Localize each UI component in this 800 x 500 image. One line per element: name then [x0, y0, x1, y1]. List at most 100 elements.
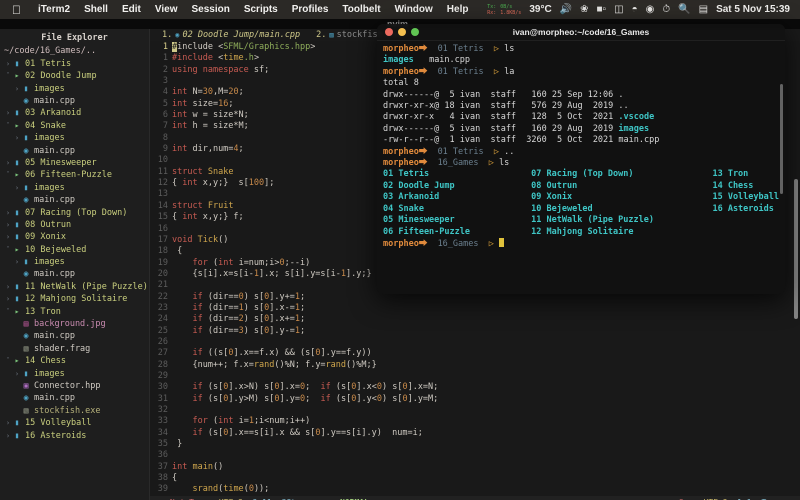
window-scrollbar[interactable]	[794, 179, 798, 319]
file-tree-item[interactable]: › ▮ 09 Xonix	[0, 231, 149, 243]
file-tree-item[interactable]: ˇ ▸ 13 Tron	[0, 306, 149, 318]
chevron-icon[interactable]: ›	[4, 107, 12, 119]
file-tree-item[interactable]: ▧ shader.frag	[0, 343, 149, 355]
line-number: 1	[162, 42, 168, 52]
file-tree-item[interactable]: ▣ Connector.hpp	[0, 380, 149, 392]
speaker-icon[interactable]: 🔊	[560, 4, 572, 15]
chevron-icon[interactable]: ›	[13, 182, 21, 194]
chevron-icon[interactable]: ›	[4, 157, 12, 169]
file-tree-item[interactable]: › ▮ images	[0, 132, 149, 144]
keyboard-icon[interactable]: ◫	[614, 4, 623, 15]
chevron-icon[interactable]: ›	[13, 83, 21, 95]
terminal-cwd: 16_Games	[427, 238, 479, 249]
file-tree-item[interactable]: ▧ stockfish.exe	[0, 405, 149, 417]
iterm2-terminal-window[interactable]: ivan@morpheo:~/code/16_Games morpheo⮕ 01…	[377, 24, 785, 294]
file-tree-item[interactable]: › ▮ 12 Mahjong Solitaire	[0, 293, 149, 305]
close-button[interactable]	[385, 28, 393, 36]
file-tree-item[interactable]: ◉ main.cpp	[0, 330, 149, 342]
menu-item-shell[interactable]: Shell	[77, 4, 115, 15]
menu-bar-clock[interactable]: Sat 5 Nov 15:39	[716, 4, 790, 15]
file-tree-item[interactable]: ˇ ▸ 02 Doodle Jump	[0, 70, 149, 82]
folder-open-icon: ▸	[14, 120, 20, 130]
search-icon[interactable]: 🔍	[678, 4, 690, 15]
menu-item-session[interactable]: Session	[184, 4, 236, 15]
file-tree-item[interactable]: › ▮ images	[0, 256, 149, 268]
line-number: 27	[157, 348, 168, 359]
terminal-game-entry: 01 Tetris	[383, 169, 430, 180]
chevron-icon[interactable]: ›	[4, 430, 12, 442]
chevron-icon[interactable]: ˇ	[4, 169, 12, 181]
chevron-icon[interactable]: ›	[4, 58, 12, 70]
file-tree-item[interactable]: ˇ ▸ 14 Chess	[0, 355, 149, 367]
menu-item-iterm2[interactable]: iTerm2	[31, 4, 77, 15]
file-tree-item[interactable]: ◉ main.cpp	[0, 95, 149, 107]
chevron-icon[interactable]: ˇ	[4, 70, 12, 82]
apple-logo-icon[interactable]: 	[12, 4, 21, 16]
wifi-icon[interactable]: ◓	[632, 4, 638, 15]
file-tree-item[interactable]: › ▮ 15 Volleyball	[0, 417, 149, 429]
file-tree-item[interactable]: › ▮ images	[0, 182, 149, 194]
chevron-icon[interactable]: ˇ	[4, 306, 12, 318]
code-line: for (int i=1;i<num;i++)	[192, 416, 311, 427]
battery-icon[interactable]: ■▫	[597, 4, 607, 15]
chevron-icon[interactable]: ˇ	[4, 244, 12, 256]
file-explorer-panel[interactable]: File Explorer ~/code/16_Games/.. › ▮ 01 Te…	[0, 29, 150, 500]
file-tree-item[interactable]: ◉ main.cpp	[0, 392, 149, 404]
file-tree-item[interactable]: › ▮ images	[0, 368, 149, 380]
menu-item-window[interactable]: Window	[388, 4, 440, 15]
chevron-icon[interactable]: ›	[4, 417, 12, 429]
terminal-output-line: total 8	[383, 78, 419, 89]
chevron-icon[interactable]: ›	[4, 293, 12, 305]
control-center-icon[interactable]: ⏱	[662, 4, 670, 15]
minimize-button[interactable]	[398, 28, 406, 36]
file-tree-item[interactable]: › ▮ 08 Outrun	[0, 219, 149, 231]
file-tree-item[interactable]: ˇ ▸ 10 Bejeweled	[0, 244, 149, 256]
menu-item-profiles[interactable]: Profiles	[285, 4, 336, 15]
line-number: 19	[157, 257, 168, 268]
user-icon[interactable]: ◉	[646, 4, 655, 15]
file-tree-item[interactable]: ▤ background.jpg	[0, 318, 149, 330]
terminal-game-entry: 10 Bejeweled	[531, 203, 593, 214]
temperature-indicator[interactable]: 39°C	[529, 4, 551, 15]
file-tree-item[interactable]: › ▮ 07 Racing (Top Down)	[0, 207, 149, 219]
chevron-icon[interactable]: ˇ	[4, 120, 12, 132]
menu-item-edit[interactable]: Edit	[115, 4, 148, 15]
line-number: 4	[162, 87, 168, 98]
file-explorer-tree[interactable]: › ▮ 01 Tetris ˇ ▸ 02 Doodle Jump › ▮ images ◉ mai…	[0, 58, 149, 442]
cpp-file-icon: ◉	[23, 95, 29, 105]
terminal-scrollbar[interactable]	[780, 84, 783, 194]
file-tree-item[interactable]: › ▮ 11 NetWalk (Pipe Puzzle)	[0, 281, 149, 293]
chevron-icon[interactable]: ›	[4, 219, 12, 231]
file-tree-item[interactable]: ◉ main.cpp	[0, 268, 149, 280]
terminal-output[interactable]: morpheo⮕ 01 Tetris ▷ ls images main.cpp mo…	[377, 41, 785, 253]
bluetooth-icon[interactable]: ❀	[580, 4, 588, 15]
screen-mirror-icon[interactable]: ▤	[699, 4, 708, 15]
file-tree-item[interactable]: › ▮ images	[0, 83, 149, 95]
editor-tab-1[interactable]: 1. ◉ 02 Doodle Jump/main.cpp	[154, 30, 308, 40]
chevron-icon[interactable]: ›	[13, 256, 21, 268]
file-tree-item[interactable]: ◉ main.cpp	[0, 145, 149, 157]
file-tree-item[interactable]: › ▮ 16 Asteroids	[0, 430, 149, 442]
zoom-button[interactable]	[411, 28, 419, 36]
network-stats[interactable]: Tx: 0B/s Rx: 1.8KB/s	[487, 4, 521, 16]
file-tree-item[interactable]: › ▮ 01 Tetris	[0, 58, 149, 70]
file-tree-item[interactable]: ˇ ▸ 06 Fifteen-Puzzle	[0, 169, 149, 181]
terminal-title-bar[interactable]: ivan@morpheo:~/code/16_Games	[377, 24, 785, 41]
menu-item-scripts[interactable]: Scripts	[237, 4, 285, 15]
chevron-icon[interactable]: ˇ	[4, 355, 12, 367]
terminal-games-column-2: 07 Racing (Top Down) 08 Outrun 09 Xonix 10 …	[531, 169, 712, 237]
line-number: 20	[157, 268, 168, 279]
file-tree-item[interactable]: ◉ main.cpp	[0, 194, 149, 206]
menu-item-view[interactable]: View	[148, 4, 185, 15]
chevron-icon[interactable]: ›	[13, 368, 21, 380]
file-tree-item[interactable]: ˇ ▸ 04 Snake	[0, 120, 149, 132]
chevron-icon[interactable]: ›	[4, 231, 12, 243]
menu-item-toolbelt[interactable]: Toolbelt	[335, 4, 387, 15]
chevron-icon[interactable]: ›	[4, 281, 12, 293]
file-tree-item[interactable]: › ▮ 05 Minesweeper	[0, 157, 149, 169]
file-tree-item-label: 10 Bejeweled	[25, 244, 87, 255]
file-tree-item[interactable]: › ▮ 03 Arkanoid	[0, 107, 149, 119]
chevron-icon[interactable]: ›	[4, 207, 12, 219]
chevron-icon[interactable]: ›	[13, 132, 21, 144]
menu-item-help[interactable]: Help	[440, 4, 476, 15]
